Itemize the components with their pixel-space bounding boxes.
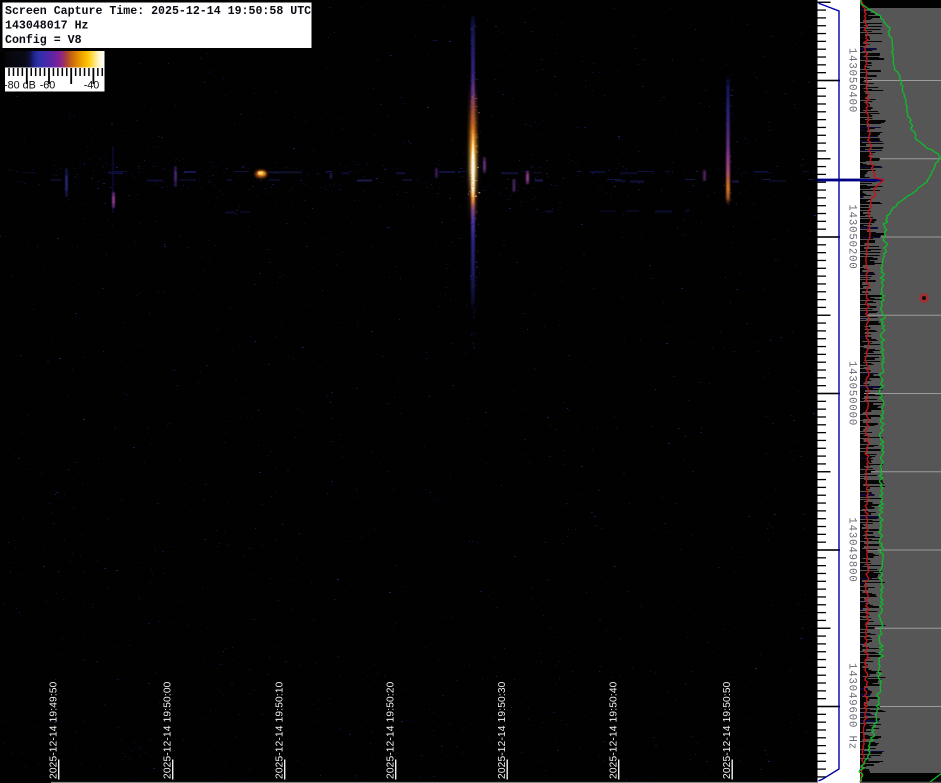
svg-text:143050400: 143050400: [846, 48, 858, 113]
svg-text:-60: -60: [40, 80, 56, 92]
svg-text:143050200: 143050200: [846, 204, 858, 269]
svg-text:2025-12-14 19:50:20: 2025-12-14 19:50:20: [385, 681, 396, 779]
svg-text:Config = V8: Config = V8: [5, 34, 82, 47]
svg-text:143048017 Hz: 143048017 Hz: [5, 20, 89, 33]
svg-text:2025-12-14 19:50:50: 2025-12-14 19:50:50: [722, 681, 733, 779]
svg-text:143050000: 143050000: [846, 361, 858, 426]
svg-text:Screen Capture Time: 2025-12-1: Screen Capture Time: 2025-12-14 19:50:58…: [5, 5, 311, 18]
svg-text:2025-12-14 19:50:40: 2025-12-14 19:50:40: [608, 681, 619, 779]
svg-text:-80 dB: -80 dB: [4, 80, 36, 92]
svg-text:2025-12-14 19:50:10: 2025-12-14 19:50:10: [274, 681, 285, 779]
svg-text:2025-12-14 19:49:50: 2025-12-14 19:49:50: [48, 681, 59, 779]
svg-text:2025-12-14 19:50:00: 2025-12-14 19:50:00: [162, 681, 173, 779]
svg-text:143049600 Hz: 143049600 Hz: [846, 663, 858, 750]
svg-text:-40: -40: [84, 80, 100, 92]
svg-text:143049800: 143049800: [846, 517, 858, 582]
svg-text:2025-12-14 19:50:30: 2025-12-14 19:50:30: [497, 681, 508, 779]
